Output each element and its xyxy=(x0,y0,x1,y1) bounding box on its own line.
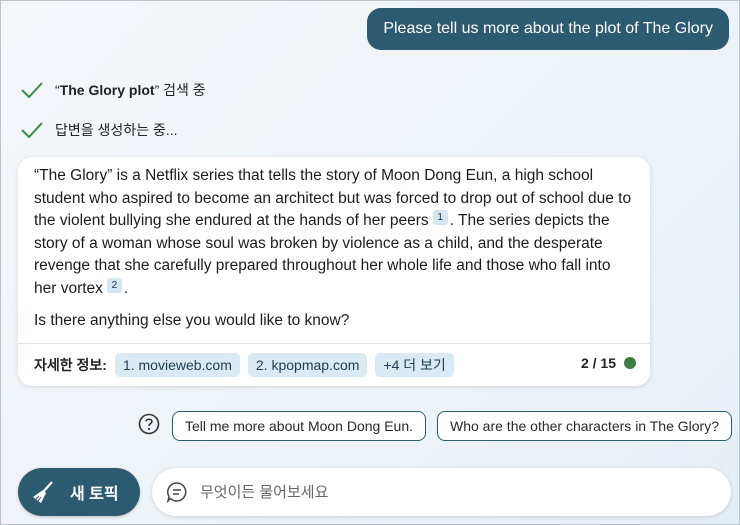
user-message-text: Please tell us more about the plot of Th… xyxy=(383,20,713,37)
follow-up-question: Is there anything else you would like to… xyxy=(34,312,350,329)
new-topic-label: 새 토픽 xyxy=(70,486,119,503)
step-searching-text: “The Glory plot” 검색 중 xyxy=(55,82,206,98)
citation-1[interactable]: 1 xyxy=(432,210,448,225)
check-icon xyxy=(21,122,43,139)
check-icon xyxy=(21,82,43,99)
card-divider xyxy=(18,343,650,344)
chat-bubble-icon xyxy=(166,482,187,503)
answer-text: “The Glory” is a Netflix series that tel… xyxy=(34,167,632,297)
progress-step-searching: “The Glory plot” 검색 중 xyxy=(21,80,206,100)
status-dot xyxy=(624,357,636,369)
chat-input[interactable] xyxy=(200,483,700,501)
step-generating-text: 답변을 생성하는 중... xyxy=(55,122,178,138)
citation-2[interactable]: 2 xyxy=(106,277,122,293)
chat-window: Please tell us more about the plot of Th… xyxy=(0,0,740,525)
response-counter-text: 2 / 15 xyxy=(580,355,616,371)
progress-step-generating: 답변을 생성하는 중... xyxy=(21,120,178,140)
answer-card: “The Glory” is a Netflix series that tel… xyxy=(18,157,650,386)
source-link-1[interactable]: 1. movieweb.com xyxy=(114,353,240,377)
user-message-bubble: Please tell us more about the plot of Th… xyxy=(367,8,729,50)
suggestion-chip-2[interactable]: Who are the other characters in The Glor… xyxy=(437,411,732,441)
source-link-2[interactable]: 2. kpopmap.com xyxy=(247,353,368,377)
sources-label: 자세한 정보: xyxy=(34,357,107,373)
question-circle-icon[interactable] xyxy=(138,413,160,435)
response-counter: 2 / 15 xyxy=(581,355,636,371)
new-topic-button[interactable]: 새 토픽 xyxy=(18,468,140,516)
more-sources-button[interactable]: +4 더 보기 xyxy=(375,353,454,377)
broom-icon xyxy=(33,481,53,503)
suggestion-chip-1[interactable]: Tell me more about Moon Dong Eun. xyxy=(172,411,427,441)
sources-row: 자세한 정보: 1. movieweb.com 2. kpopmap.com +… xyxy=(34,353,462,377)
chat-input-box[interactable] xyxy=(152,468,731,516)
